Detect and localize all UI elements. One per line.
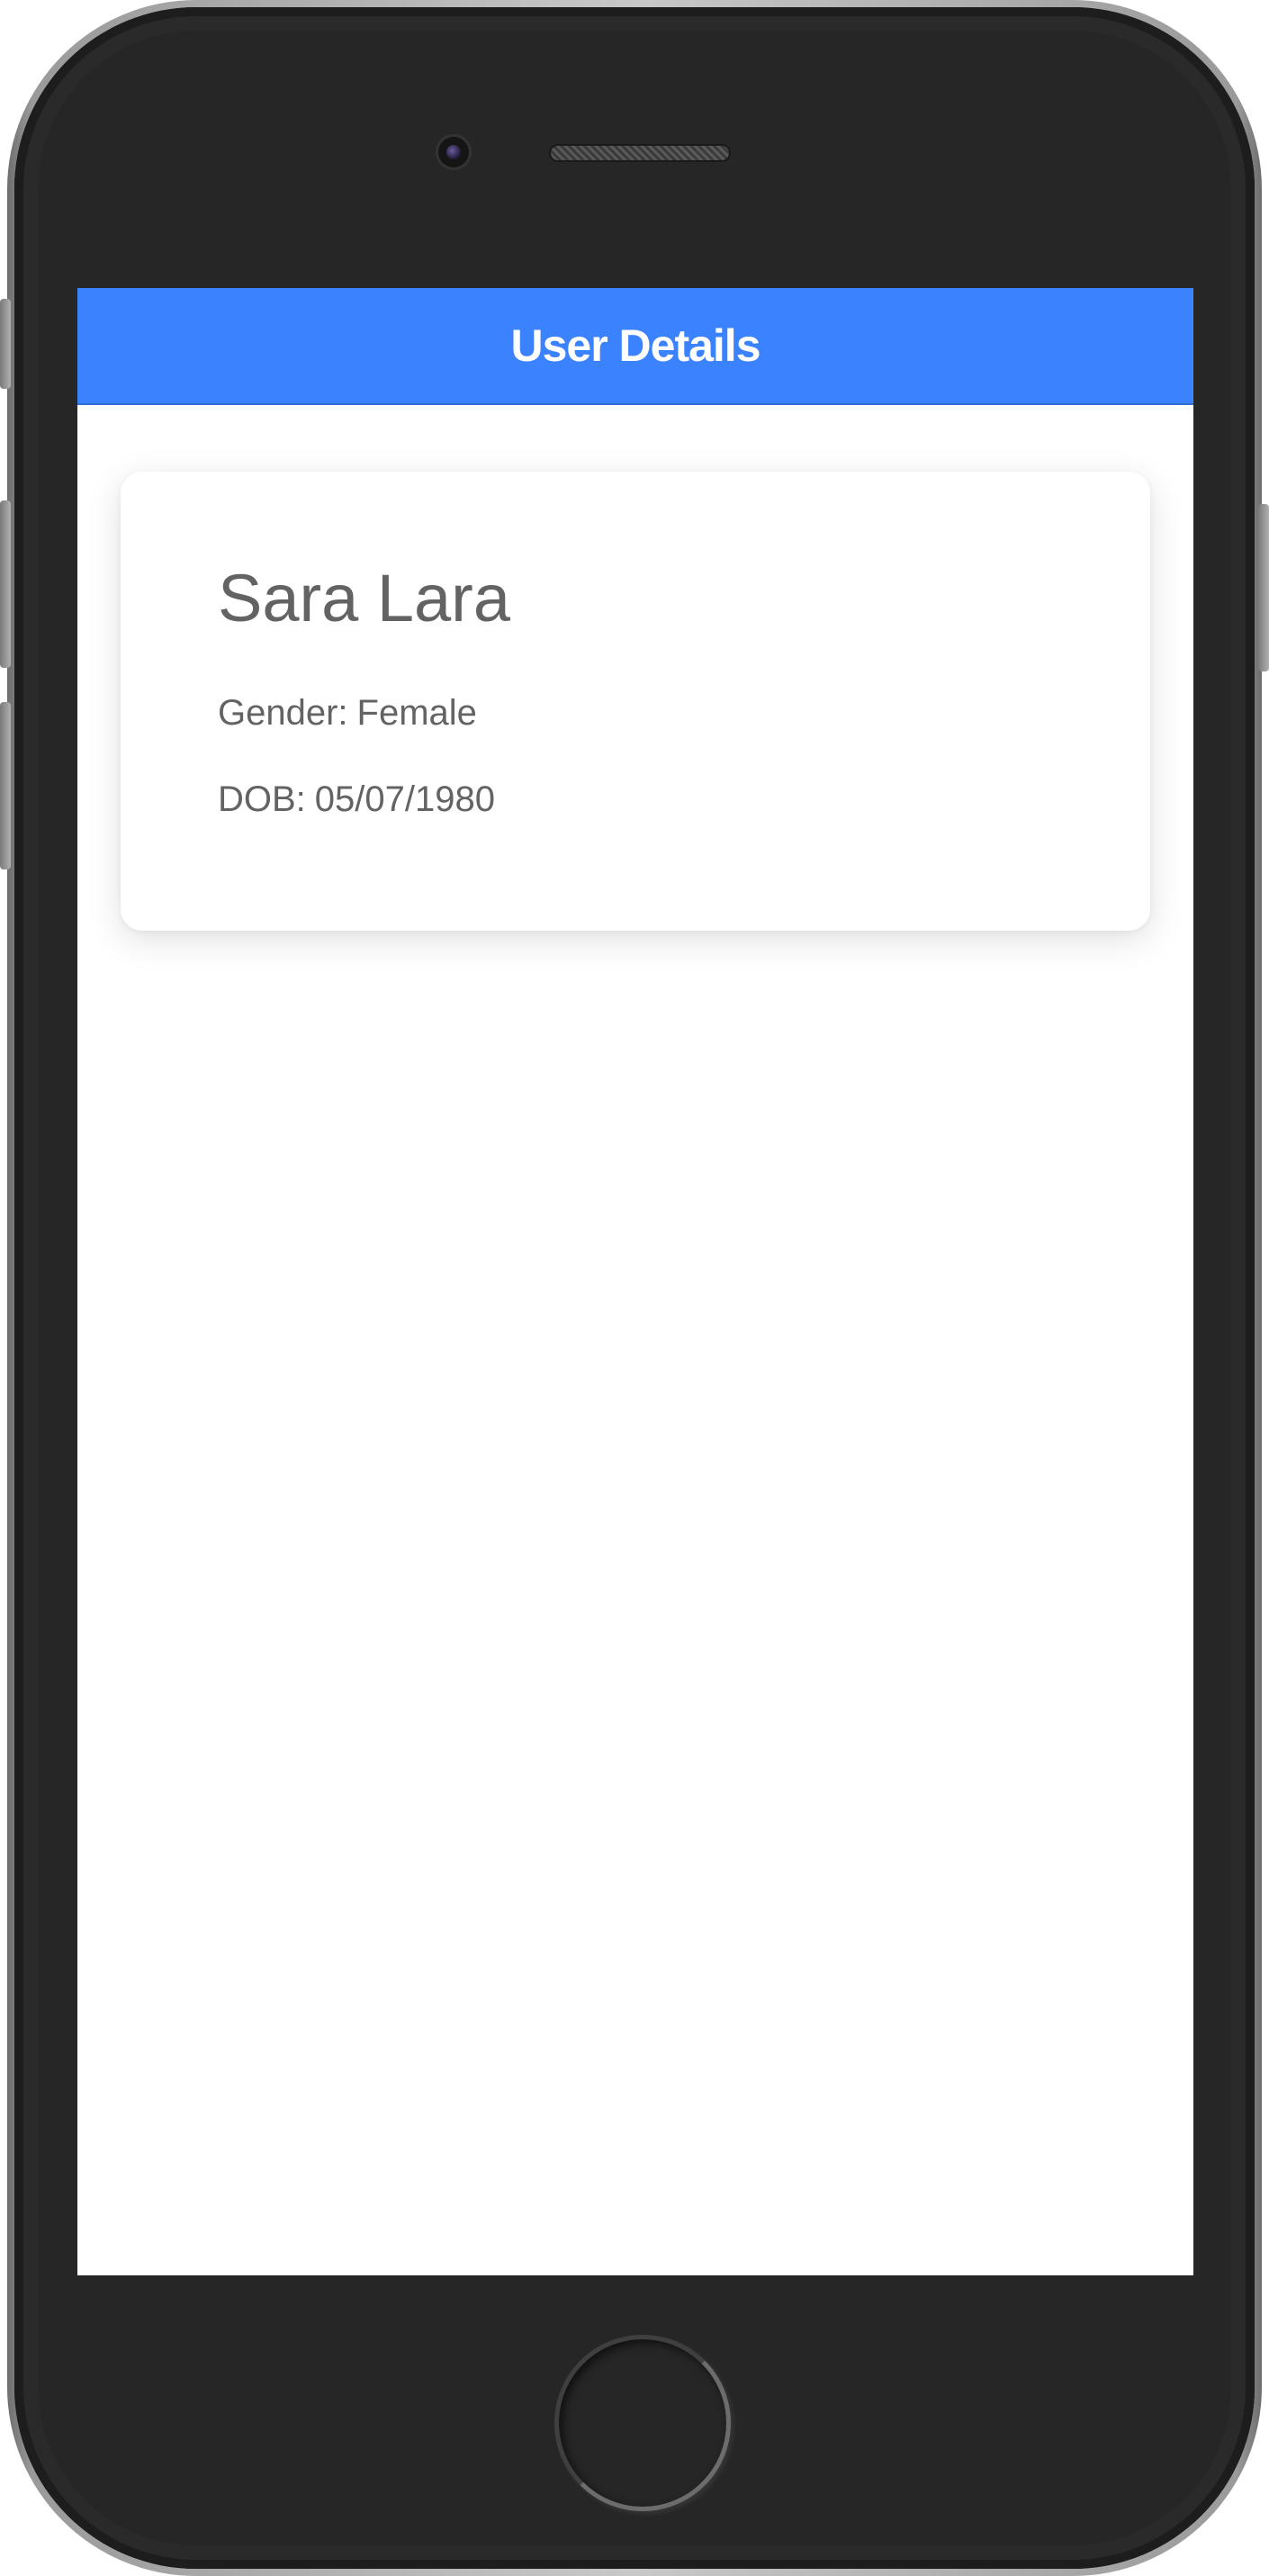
mute-switch[interactable] — [0, 299, 11, 389]
user-name: Sara Lara — [218, 561, 510, 635]
phone-frame: User Details Sara Lara Gender: Female DOB… — [7, 0, 1262, 2576]
speaker-grille-icon — [549, 144, 731, 162]
page-title: User Details — [510, 320, 760, 371]
volume-down-button[interactable] — [0, 702, 11, 869]
gender-label: Gender: — [218, 693, 348, 733]
dob-value: 05/07/1980 — [314, 779, 495, 819]
gender-value: Female — [356, 693, 477, 733]
user-details-card: Sara Lara Gender: Female DOB: 05/07/1980 — [121, 472, 1150, 931]
home-button[interactable] — [554, 2335, 731, 2511]
dob-row: DOB: 05/07/1980 — [218, 781, 1053, 817]
phone-bezel: User Details Sara Lara Gender: Female DOB… — [14, 7, 1255, 2569]
gender-row: Gender: Female — [218, 695, 1053, 731]
dob-label: DOB: — [218, 779, 306, 819]
volume-up-button[interactable] — [0, 500, 11, 668]
front-camera-icon — [436, 134, 472, 170]
app-header: User Details — [77, 288, 1193, 405]
power-button[interactable] — [1258, 504, 1269, 671]
app-screen: User Details Sara Lara Gender: Female DOB… — [77, 288, 1193, 2275]
